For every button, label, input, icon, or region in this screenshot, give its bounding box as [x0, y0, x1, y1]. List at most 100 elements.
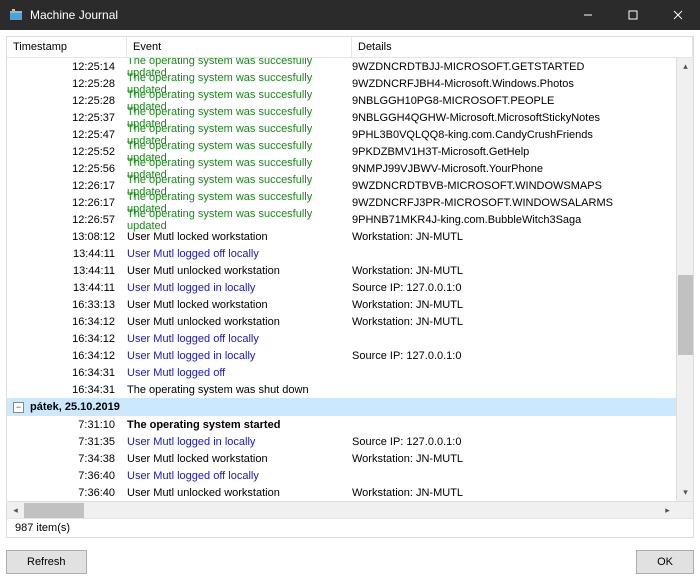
cell-details: Source IP: 127.0.0.1:0 [352, 350, 676, 362]
log-row[interactable]: 12:26:57The operating system was succesf… [7, 211, 676, 228]
cell-timestamp: 12:25:56 [7, 163, 127, 175]
expander-icon[interactable]: − [13, 402, 24, 413]
log-row[interactable]: 7:31:35User Mutl logged in locallySource… [7, 433, 676, 450]
cell-event: User Mutl logged in locally [127, 436, 352, 448]
cell-timestamp: 16:34:31 [7, 367, 127, 379]
log-row[interactable]: 16:34:12User Mutl logged off locally [7, 330, 676, 347]
log-row[interactable]: 7:36:40User Mutl logged off locally [7, 467, 676, 484]
cell-timestamp: 13:08:12 [7, 231, 127, 243]
cell-timestamp: 12:25:37 [7, 112, 127, 124]
log-row[interactable]: 16:34:12User Mutl unlocked workstationWo… [7, 313, 676, 330]
column-headers: Timestamp Event Details [7, 37, 693, 58]
cell-event: User Mutl logged in locally [127, 350, 352, 362]
cell-details: 9WZDNCRDTBJJ-MICROSOFT.GETSTARTED [352, 61, 676, 73]
cell-timestamp: 16:34:12 [7, 333, 127, 345]
window-title: Machine Journal [30, 8, 565, 22]
cell-timestamp: 12:25:52 [7, 146, 127, 158]
cell-timestamp: 7:31:10 [7, 419, 127, 431]
log-row[interactable]: 13:44:11User Mutl unlocked workstationWo… [7, 262, 676, 279]
cell-event: User Mutl logged off locally [127, 470, 352, 482]
cell-event: User Mutl logged off locally [127, 248, 352, 260]
cell-details: 9NBLGGH10PG8-MICROSOFT.PEOPLE [352, 95, 676, 107]
log-row[interactable]: 7:31:10The operating system started [7, 416, 676, 433]
cell-event: The operating system was succesfully upd… [127, 208, 352, 232]
rows-container[interactable]: 12:25:14 The operating system was succesf… [7, 58, 676, 501]
status-bar: 987 item(s) [7, 518, 693, 537]
cell-event: User Mutl locked workstation [127, 453, 352, 465]
scroll-down-arrow[interactable]: ▾ [677, 484, 693, 501]
cell-details: 9PKDZBMV1H3T-Microsoft.GetHelp [352, 146, 676, 158]
log-row[interactable]: 16:34:12User Mutl logged in locallySourc… [7, 347, 676, 364]
vertical-scrollbar[interactable]: ▴ ▾ [676, 58, 693, 501]
cell-timestamp: 13:44:11 [7, 265, 127, 277]
scroll-left-arrow[interactable]: ◂ [7, 502, 24, 519]
cell-event: User Mutl unlocked workstation [127, 265, 352, 277]
log-row[interactable]: 7:34:38User Mutl locked workstationWorks… [7, 450, 676, 467]
cell-timestamp: 16:34:31 [7, 384, 127, 396]
scroll-thumb-horizontal[interactable] [24, 503, 84, 518]
cell-event: User Mutl unlocked workstation [127, 487, 352, 499]
app-icon [8, 7, 24, 23]
scroll-up-arrow[interactable]: ▴ [677, 58, 693, 75]
cell-timestamp: 7:34:38 [7, 453, 127, 465]
cell-timestamp: 12:25:28 [7, 78, 127, 90]
cell-timestamp: 12:25:47 [7, 129, 127, 141]
log-row[interactable]: 16:33:13User Mutl locked workstationWork… [7, 296, 676, 313]
minimize-button[interactable] [565, 0, 610, 30]
cell-timestamp: 7:36:40 [7, 470, 127, 482]
cell-details: 9PHNB71MKR4J-king.com.BubbleWitch3Saga [352, 214, 676, 226]
cell-details: 9NBLGGH4QGHW-Microsoft.MicrosoftStickyNo… [352, 112, 676, 124]
cell-timestamp: 16:34:12 [7, 316, 127, 328]
cell-timestamp: 12:26:17 [7, 197, 127, 209]
cell-event: User Mutl logged off locally [127, 333, 352, 345]
ok-button[interactable]: OK [636, 550, 694, 574]
cell-event: User Mutl locked workstation [127, 299, 352, 311]
cell-details: 9PHL3B0VQLQQ8-king.com.CandyCrushFriends [352, 129, 676, 141]
horizontal-scrollbar[interactable]: ◂ ▸ [7, 501, 693, 518]
scroll-right-arrow[interactable]: ▸ [659, 502, 676, 519]
cell-details: 9WZDNCRFJ3PR-MICROSOFT.WINDOWSALARMS [352, 197, 676, 209]
header-timestamp[interactable]: Timestamp [7, 37, 127, 57]
cell-details: Workstation: JN-MUTL [352, 265, 676, 277]
log-list: Timestamp Event Details 12:25:14 The oper… [7, 37, 693, 518]
group-header[interactable]: −pátek, 25.10.2019 [7, 398, 676, 416]
maximize-button[interactable] [610, 0, 655, 30]
close-button[interactable] [655, 0, 700, 30]
cell-event: User Mutl logged in locally [127, 282, 352, 294]
log-row[interactable]: 13:08:12User Mutl locked workstationWork… [7, 228, 676, 245]
cell-details: Source IP: 127.0.0.1:0 [352, 282, 676, 294]
scroll-thumb-vertical[interactable] [678, 275, 693, 355]
cell-event: User Mutl logged off [127, 367, 352, 379]
header-event[interactable]: Event [127, 37, 352, 57]
header-details[interactable]: Details [352, 37, 693, 57]
refresh-button[interactable]: Refresh [6, 550, 87, 574]
content-panel: Timestamp Event Details 12:25:14 The oper… [6, 36, 694, 538]
cell-event: User Mutl locked workstation [127, 231, 352, 243]
cell-timestamp: 13:44:11 [7, 282, 127, 294]
cell-timestamp: 7:36:40 [7, 487, 127, 499]
log-row[interactable]: 13:44:11User Mutl logged in locallySourc… [7, 279, 676, 296]
cell-details: 9WZDNCRDTBVB-MICROSOFT.WINDOWSMAPS [352, 180, 676, 192]
cell-details: Workstation: JN-MUTL [352, 316, 676, 328]
cell-timestamp: 12:26:17 [7, 180, 127, 192]
cell-timestamp: 16:34:12 [7, 350, 127, 362]
cell-event: User Mutl unlocked workstation [127, 316, 352, 328]
cell-timestamp: 12:25:14 [7, 61, 127, 73]
cell-event: The operating system was shut down [127, 384, 352, 396]
cell-details: Workstation: JN-MUTL [352, 299, 676, 311]
cell-timestamp: 13:44:11 [7, 248, 127, 260]
cell-details: 9NMPJ99VJBWV-Microsoft.YourPhone [352, 163, 676, 175]
cell-details: 9WZDNCRFJBH4-Microsoft.Windows.Photos [352, 78, 676, 90]
cell-timestamp: 12:25:28 [7, 95, 127, 107]
cell-details: Workstation: JN-MUTL [352, 453, 676, 465]
footer: Refresh OK [0, 544, 700, 580]
cell-details: Workstation: JN-MUTL [352, 231, 676, 243]
group-label: pátek, 25.10.2019 [30, 401, 120, 413]
log-row[interactable]: 7:36:40User Mutl unlocked workstationWor… [7, 484, 676, 501]
cell-details: Workstation: JN-MUTL [352, 487, 676, 499]
log-row[interactable]: 16:34:31User Mutl logged off [7, 364, 676, 381]
log-row[interactable]: 16:34:31The operating system was shut do… [7, 381, 676, 398]
log-row[interactable]: 13:44:11User Mutl logged off locally [7, 245, 676, 262]
titlebar: Machine Journal [0, 0, 700, 30]
cell-timestamp: 16:33:13 [7, 299, 127, 311]
